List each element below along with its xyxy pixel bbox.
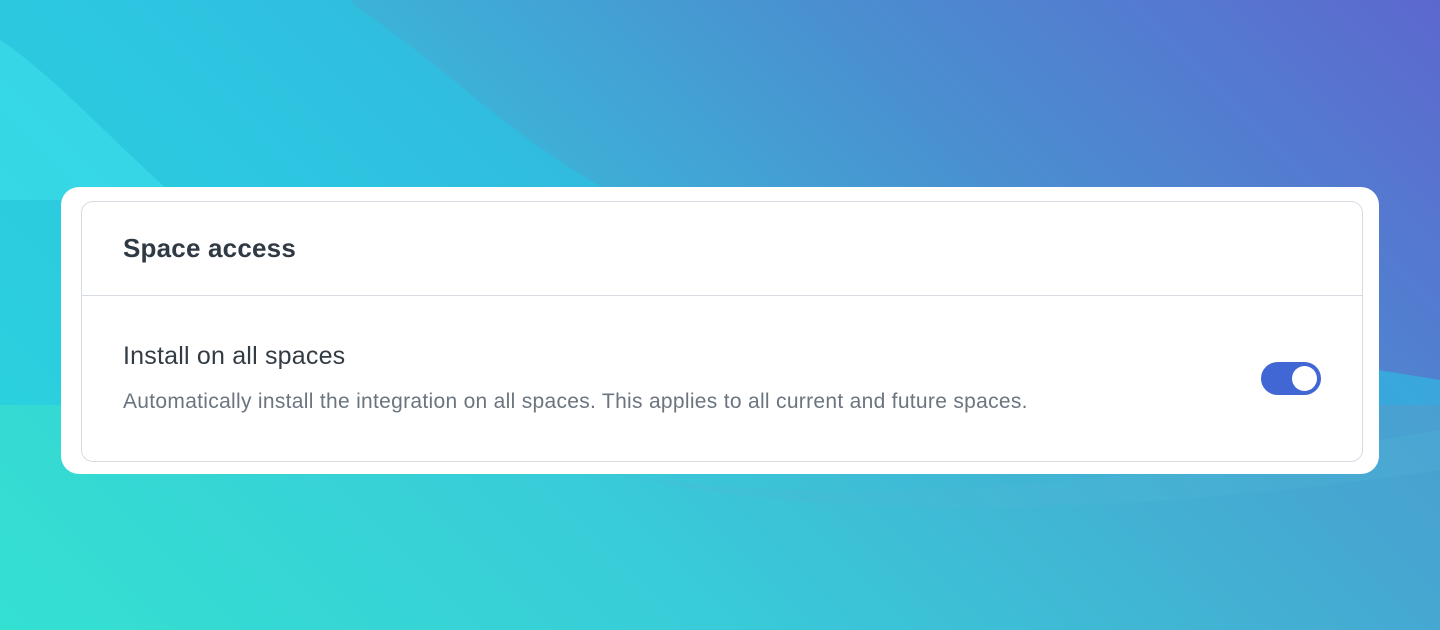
panel-header: Space access xyxy=(82,202,1362,296)
setting-description: Automatically install the integration on… xyxy=(123,390,1028,413)
install-all-spaces-setting: Install on all spaces Automatically inst… xyxy=(82,296,1362,461)
setting-label: Install on all spaces xyxy=(123,342,346,370)
install-all-spaces-toggle[interactable] xyxy=(1261,362,1321,395)
panel-title: Space access xyxy=(123,233,296,263)
space-access-panel: Space access Install on all spaces Autom… xyxy=(81,201,1363,462)
toggle-knob xyxy=(1292,366,1317,391)
settings-card: Space access Install on all spaces Autom… xyxy=(61,187,1379,474)
